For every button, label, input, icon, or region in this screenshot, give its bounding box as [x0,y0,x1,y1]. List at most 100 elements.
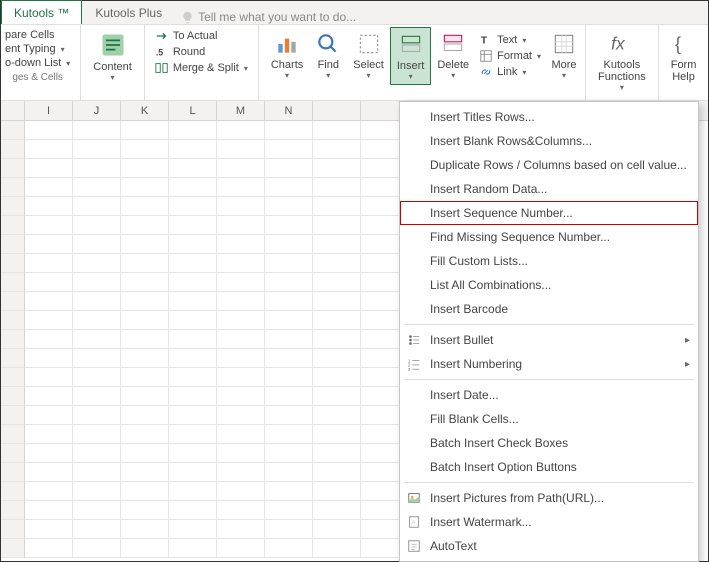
cell[interactable] [265,216,313,235]
cell[interactable] [217,520,265,539]
cell[interactable] [169,501,217,520]
cell[interactable] [313,349,361,368]
cell[interactable] [313,121,361,140]
cell[interactable] [25,406,73,425]
format-button[interactable]: Format▾ [479,49,541,63]
dropdown-list[interactable]: o-down List▾ [5,57,70,69]
formula-helper[interactable]: { Form Help [665,27,703,83]
cell[interactable] [121,539,169,558]
cell[interactable] [217,444,265,463]
cell[interactable] [73,254,121,273]
cell[interactable] [25,140,73,159]
cell[interactable] [217,254,265,273]
cell[interactable] [73,273,121,292]
cell[interactable] [1,482,25,501]
cell[interactable] [217,539,265,558]
cell[interactable] [73,406,121,425]
cell[interactable] [1,311,25,330]
cell[interactable] [217,406,265,425]
cell[interactable] [217,235,265,254]
col-header[interactable]: I [25,101,73,120]
cell[interactable] [121,292,169,311]
cell[interactable] [121,349,169,368]
cell[interactable] [217,425,265,444]
cell[interactable] [25,444,73,463]
col-header[interactable]: J [73,101,121,120]
cell[interactable] [265,482,313,501]
cell[interactable] [265,539,313,558]
col-header[interactable]: M [217,101,265,120]
cell[interactable] [169,292,217,311]
cell[interactable] [169,311,217,330]
cell[interactable] [73,140,121,159]
cell[interactable] [121,330,169,349]
cell[interactable] [121,159,169,178]
cell[interactable] [1,273,25,292]
menu-insert-numbering[interactable]: 123 Insert Numbering▸ [400,352,698,376]
cell[interactable] [25,178,73,197]
cell[interactable] [1,216,25,235]
cell[interactable] [73,444,121,463]
cell[interactable] [73,387,121,406]
cell[interactable] [169,197,217,216]
cell[interactable] [217,216,265,235]
menu-insert-sequence-number[interactable]: Insert Sequence Number... [400,201,698,225]
text-button[interactable]: T Text▾ [479,33,541,47]
cell[interactable] [1,121,25,140]
cell[interactable] [1,140,25,159]
cell[interactable] [169,368,217,387]
cell[interactable] [169,539,217,558]
col-header[interactable]: L [169,101,217,120]
cell[interactable] [169,387,217,406]
menu-batch-checkboxes[interactable]: Batch Insert Check Boxes [400,431,698,455]
cell[interactable] [25,425,73,444]
cell[interactable] [265,235,313,254]
cell[interactable] [73,178,121,197]
cell[interactable] [313,178,361,197]
cell[interactable] [25,501,73,520]
cell[interactable] [217,140,265,159]
cell[interactable] [313,482,361,501]
cell[interactable] [169,273,217,292]
cell[interactable] [25,520,73,539]
cell[interactable] [169,159,217,178]
cell[interactable] [1,292,25,311]
cell[interactable] [121,463,169,482]
cell[interactable] [217,273,265,292]
cell[interactable] [265,292,313,311]
round[interactable]: .5 Round [155,45,248,59]
more-button[interactable]: More▾ [545,27,583,85]
cell[interactable] [169,482,217,501]
select-button[interactable]: Select▾ [347,27,390,85]
cell[interactable] [169,425,217,444]
cell[interactable] [265,311,313,330]
cell[interactable] [121,520,169,539]
cell[interactable] [73,197,121,216]
cell[interactable] [169,216,217,235]
cell[interactable] [265,159,313,178]
menu-insert-bullet[interactable]: Insert Bullet▸ [400,328,698,352]
link-button[interactable]: Link▾ [479,65,541,79]
cell[interactable] [169,330,217,349]
cell[interactable] [217,121,265,140]
menu-find-missing-seq[interactable]: Find Missing Sequence Number... [400,225,698,249]
content-button[interactable]: Content ▾ [87,27,138,82]
cell[interactable] [25,235,73,254]
cell[interactable] [121,311,169,330]
cell[interactable] [313,140,361,159]
cell[interactable] [25,121,73,140]
cell[interactable] [265,368,313,387]
cell[interactable] [313,273,361,292]
cell[interactable] [217,368,265,387]
cell[interactable] [217,349,265,368]
cell[interactable] [121,254,169,273]
cell[interactable] [265,406,313,425]
cell[interactable] [265,140,313,159]
cell[interactable] [1,520,25,539]
cell[interactable] [25,273,73,292]
cell[interactable] [313,254,361,273]
cell[interactable] [25,159,73,178]
cell[interactable] [25,349,73,368]
cell[interactable] [169,254,217,273]
cell[interactable] [25,368,73,387]
